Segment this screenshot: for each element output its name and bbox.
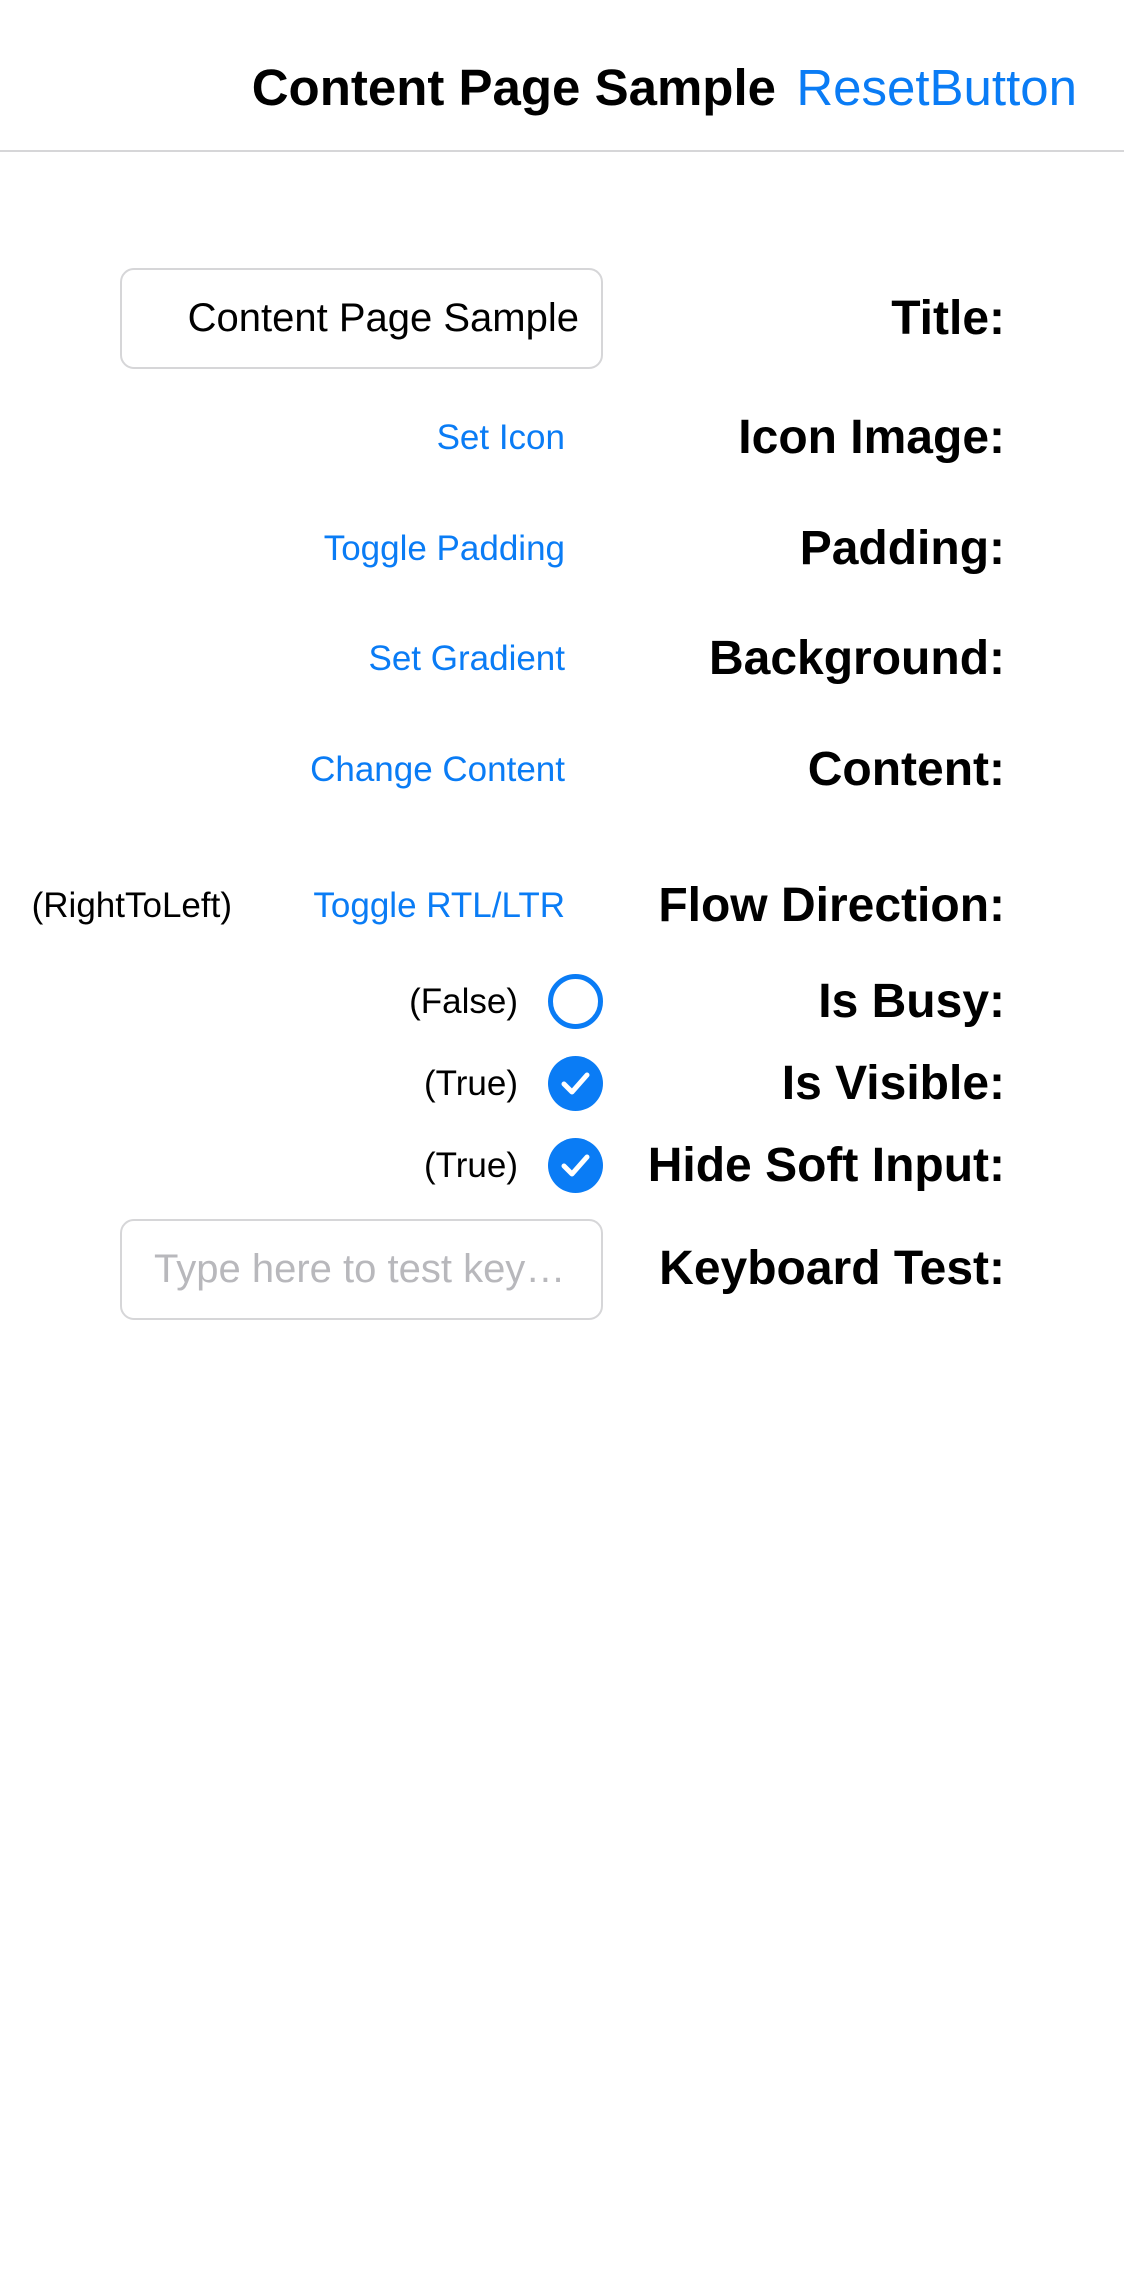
set-gradient-button[interactable]: Set Gradient (369, 637, 566, 681)
title-label: Title: (891, 292, 1005, 345)
navigation-bar: Content Page Sample ResetButton (0, 0, 1124, 152)
background-label: Background: (708, 632, 1005, 685)
content-label: Content: (807, 743, 1005, 796)
change-content-button[interactable]: Change Content (310, 748, 565, 792)
title-field[interactable] (120, 268, 603, 369)
page-title: Content Page Sample (251, 59, 776, 116)
padding-label: Padding: (799, 522, 1005, 575)
is-busy-checkbox[interactable] (548, 974, 603, 1029)
title-input[interactable] (122, 270, 601, 367)
is-busy-value: (False) (409, 982, 518, 1021)
is-visible-value: (True) (424, 1064, 518, 1103)
flow-direction-label: Flow Direction: (658, 879, 1005, 932)
is-visible-checkbox[interactable] (548, 1056, 603, 1111)
keyboard-test-input[interactable] (122, 1221, 601, 1318)
keyboard-test-field[interactable] (120, 1219, 603, 1320)
is-visible-label: Is Visible: (781, 1057, 1005, 1110)
flow-direction-value-container: (RightToLeft) (0, 878, 236, 934)
toggle-rtl-ltr-button[interactable]: Toggle RTL/LTR (313, 884, 565, 928)
keyboard-test-label: Keyboard Test: (659, 1242, 1005, 1295)
toggle-padding-button[interactable]: Toggle Padding (324, 527, 565, 571)
hide-soft-input-checkbox[interactable] (548, 1138, 603, 1193)
hide-soft-input-value: (True) (424, 1146, 518, 1185)
is-busy-label: Is Busy: (818, 975, 1005, 1028)
set-icon-button[interactable]: Set Icon (437, 416, 565, 460)
checkmark-icon (561, 1072, 590, 1095)
flow-direction-value: (RightToLeft) (31, 886, 232, 925)
icon-image-label: Icon Image: (738, 411, 1005, 464)
hide-soft-input-label: Hide Soft Input: (647, 1139, 1005, 1192)
reset-button[interactable]: ResetButton (796, 58, 1077, 118)
checkmark-icon (561, 1154, 590, 1177)
